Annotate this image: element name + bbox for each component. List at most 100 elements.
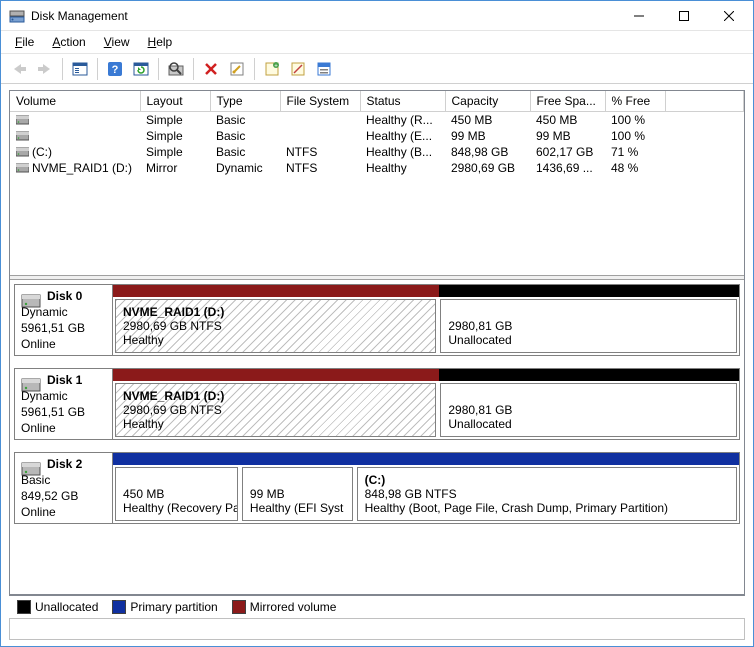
legend-mirror: Mirrored volume (232, 600, 337, 614)
partition[interactable]: NVME_RAID1 (D:)2980,69 GB NTFS Healthy (115, 383, 436, 437)
disk-meta[interactable]: Disk 1 Dynamic 5961,51 GB Online (15, 369, 113, 439)
drive-icon (16, 131, 28, 141)
col-status[interactable]: Status (360, 91, 445, 112)
color-segment (113, 453, 226, 465)
disk-partitions: NVME_RAID1 (D:)2980,69 GB NTFS Healthy 2… (113, 369, 739, 439)
volume-table[interactable]: Volume Layout Type File System Status Ca… (10, 91, 744, 176)
color-bar (113, 453, 739, 465)
cell-layout: Simple (140, 112, 210, 129)
partition[interactable]: NVME_RAID1 (D:)2980,69 GB NTFS Healthy (115, 299, 436, 353)
partition-sub: 2980,69 GB NTFS (123, 403, 222, 417)
partition-sub: 2980,69 GB NTFS (123, 319, 222, 333)
close-button[interactable] (706, 1, 751, 30)
cell-layout: Mirror (140, 160, 210, 176)
partition[interactable]: 2980,81 GB Unallocated (440, 299, 737, 353)
partition-strip: 450 MB Healthy (Recovery Parti 99 MB Hea… (113, 465, 739, 523)
menu-file[interactable]: File (7, 33, 42, 51)
partition-title: NVME_RAID1 (D:) (123, 389, 224, 403)
show-hide-tree-button[interactable] (68, 57, 92, 81)
disk-row[interactable]: Disk 2 Basic 849,52 GB Online 450 MB Hea… (14, 452, 740, 524)
cell-pct: 71 % (605, 144, 665, 160)
partition[interactable]: 2980,81 GB Unallocated (440, 383, 737, 437)
col-layout[interactable]: Layout (140, 91, 210, 112)
separator (97, 58, 98, 80)
disk-meta[interactable]: Disk 0 Dynamic 5961,51 GB Online (15, 285, 113, 355)
disk-icon (21, 375, 41, 393)
action-button-1[interactable]: + (260, 57, 284, 81)
col-volume[interactable]: Volume (10, 91, 140, 112)
statusbar (9, 618, 745, 640)
disk-state: Online (21, 505, 106, 519)
disk-row[interactable]: Disk 0 Dynamic 5961,51 GB Online NVME_RA… (14, 284, 740, 356)
cell-status: Healthy (360, 160, 445, 176)
cell-pct: 100 % (605, 128, 665, 144)
cell-free: 602,17 GB (530, 144, 605, 160)
back-button[interactable] (7, 57, 31, 81)
disk-partitions: NVME_RAID1 (D:)2980,69 GB NTFS Healthy 2… (113, 285, 739, 355)
rescan-button[interactable] (164, 57, 188, 81)
table-row[interactable]: (C:)SimpleBasicNTFSHealthy (B...848,98 G… (10, 144, 744, 160)
disk-state: Online (21, 421, 106, 435)
menu-action[interactable]: Action (44, 33, 93, 51)
table-row[interactable]: SimpleBasicHealthy (E...99 MB99 MB100 % (10, 128, 744, 144)
disk-size: 5961,51 GB (21, 321, 106, 335)
svg-text:+: + (274, 63, 278, 69)
color-segment (338, 453, 739, 465)
help-button[interactable]: ? (103, 57, 127, 81)
menu-help[interactable]: Help (140, 33, 181, 51)
partition-strip: NVME_RAID1 (D:)2980,69 GB NTFS Healthy 2… (113, 297, 739, 355)
delete-button[interactable] (199, 57, 223, 81)
col-type[interactable]: Type (210, 91, 280, 112)
partition[interactable]: (C:)848,98 GB NTFS Healthy (Boot, Page F… (357, 467, 737, 521)
volume-list-pane[interactable]: Volume Layout Type File System Status Ca… (10, 91, 744, 276)
cell-fs: NTFS (280, 144, 360, 160)
disk-size: 849,52 GB (21, 489, 106, 503)
graphical-pane[interactable]: Disk 0 Dynamic 5961,51 GB Online NVME_RA… (10, 280, 744, 594)
col-capacity[interactable]: Capacity (445, 91, 530, 112)
cell-type: Basic (210, 144, 280, 160)
volume-name: (C:) (32, 145, 52, 159)
cell-type: Dynamic (210, 160, 280, 176)
disk-meta[interactable]: Disk 2 Basic 849,52 GB Online (15, 453, 113, 523)
col-fs[interactable]: File System (280, 91, 360, 112)
disk-row[interactable]: Disk 1 Dynamic 5961,51 GB Online NVME_RA… (14, 368, 740, 440)
partition-title: NVME_RAID1 (D:) (123, 305, 224, 319)
svg-text:?: ? (112, 64, 119, 76)
col-spacer (665, 91, 744, 112)
disk-size: 5961,51 GB (21, 405, 106, 419)
table-row[interactable]: SimpleBasicHealthy (R...450 MB450 MB100 … (10, 112, 744, 129)
refresh-button[interactable] (129, 57, 153, 81)
cell-type: Basic (210, 128, 280, 144)
action-button-2[interactable] (286, 57, 310, 81)
partition-status: Healthy (Recovery Parti (123, 501, 238, 515)
cell-type: Basic (210, 112, 280, 129)
color-bar (113, 285, 739, 297)
legend-primary: Primary partition (112, 600, 217, 614)
maximize-button[interactable] (661, 1, 706, 30)
partition-strip: NVME_RAID1 (D:)2980,69 GB NTFS Healthy 2… (113, 381, 739, 439)
properties-button[interactable] (225, 57, 249, 81)
cell-free: 1436,69 ... (530, 160, 605, 176)
disk-icon (21, 291, 41, 309)
partition-sub: 848,98 GB NTFS (365, 487, 457, 501)
partition-status: Unallocated (448, 333, 511, 347)
action-button-3[interactable] (312, 57, 336, 81)
cell-free: 99 MB (530, 128, 605, 144)
minimize-button[interactable] (616, 1, 661, 30)
col-pct[interactable]: % Free (605, 91, 665, 112)
color-segment (226, 453, 339, 465)
partition[interactable]: 450 MB Healthy (Recovery Parti (115, 467, 238, 521)
partition-status: Healthy (123, 333, 164, 347)
app-icon (9, 8, 25, 24)
cell-pct: 100 % (605, 112, 665, 129)
table-row[interactable]: NVME_RAID1 (D:)MirrorDynamicNTFSHealthy2… (10, 160, 744, 176)
window-title: Disk Management (31, 9, 616, 23)
menu-view[interactable]: View (96, 33, 138, 51)
partition-status: Healthy (EFI Syst (250, 501, 343, 515)
cell-fs (280, 112, 360, 129)
forward-button[interactable] (33, 57, 57, 81)
volume-name: NVME_RAID1 (D:) (32, 161, 132, 175)
drive-icon (16, 115, 28, 125)
partition[interactable]: 99 MB Healthy (EFI Syst (242, 467, 353, 521)
col-free[interactable]: Free Spa... (530, 91, 605, 112)
